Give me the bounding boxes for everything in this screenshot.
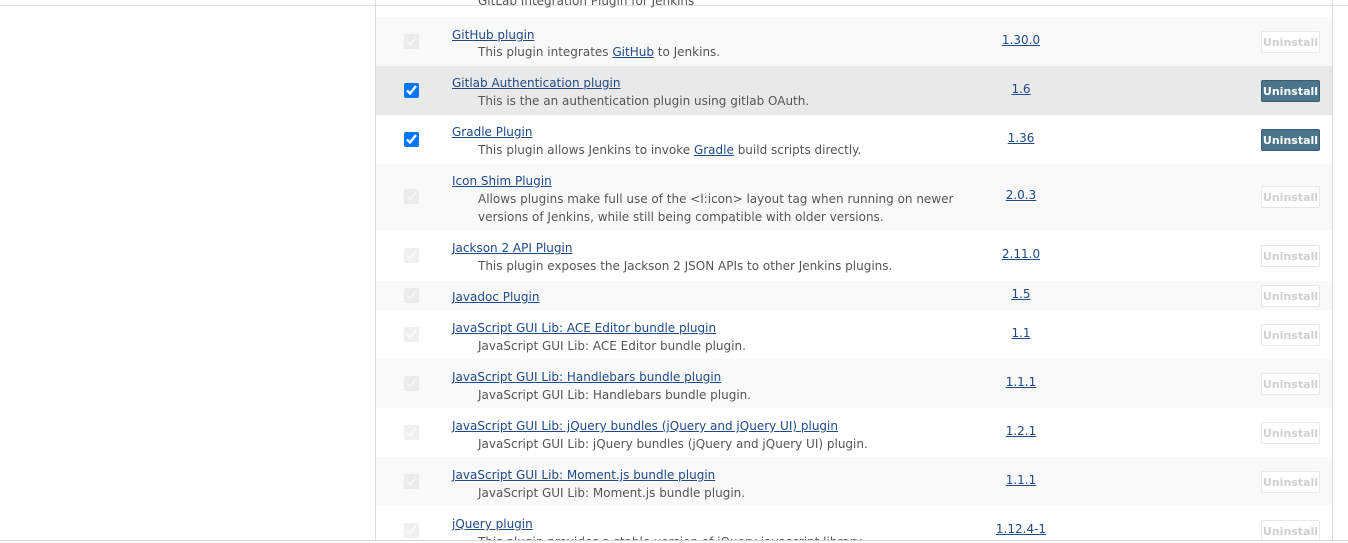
plugin-version-link[interactable]: 1.30.0 <box>971 33 1071 47</box>
description-text: This is the an authentication plugin usi… <box>478 94 810 108</box>
plugin-enabled-checkbox <box>404 376 419 391</box>
uninstall-button: Uninstall <box>1261 186 1320 208</box>
plugin-name-link[interactable]: JavaScript GUI Lib: jQuery bundles (jQue… <box>452 419 838 433</box>
plugin-name-link[interactable]: JavaScript GUI Lib: Moment.js bundle plu… <box>452 468 715 482</box>
uninstall-button: Uninstall <box>1261 245 1320 267</box>
plugin-version-link[interactable]: 1.5 <box>971 287 1071 301</box>
description-text: build scripts directly. <box>733 143 862 157</box>
plugin-version-link[interactable]: 1.6 <box>971 82 1071 96</box>
description-text: This plugin exposes the Jackson 2 JSON A… <box>478 259 893 273</box>
plugin-row: Javadoc Plugin 1.5 Uninstall <box>376 281 1332 310</box>
plugin-enabled-checkbox <box>404 327 419 342</box>
uninstall-button: Uninstall <box>1261 520 1320 540</box>
plugin-description: This plugin exposes the Jackson 2 JSON A… <box>478 257 988 275</box>
plugin-version-link[interactable]: 1.1.1 <box>971 473 1071 487</box>
plugin-row: JavaScript GUI Lib: Moment.js bundle plu… <box>376 457 1332 506</box>
description-text: JavaScript GUI Lib: jQuery bundles (jQue… <box>478 437 868 451</box>
plugin-enabled-checkbox[interactable] <box>404 132 419 147</box>
plugin-name-link[interactable]: Gradle Plugin <box>452 125 532 139</box>
plugin-name-link[interactable]: Gitlab Authentication plugin <box>452 76 620 90</box>
plugin-version-link[interactable]: 1.36 <box>971 131 1071 145</box>
uninstall-button[interactable]: Uninstall <box>1261 80 1320 102</box>
description-text: Allows plugins make full use of the <l:i… <box>478 192 954 224</box>
plugin-row: GitHub plugin This plugin integrates GitH… <box>376 17 1332 66</box>
bottom-divider <box>0 540 1348 541</box>
plugin-enabled-checkbox <box>404 248 419 263</box>
plugin-name-link[interactable]: Icon Shim Plugin <box>452 174 552 188</box>
plugin-name-link[interactable]: jQuery plugin <box>452 517 533 531</box>
plugin-row: JavaScript GUI Lib: Handlebars bundle pl… <box>376 359 1332 408</box>
plugin-enabled-checkbox <box>404 425 419 440</box>
plugin-description: Allows plugins make full use of the <l:i… <box>478 190 988 226</box>
plugin-enabled-checkbox <box>404 34 419 49</box>
description-text: This plugin allows Jenkins to invoke <box>478 143 694 157</box>
plugin-description: JavaScript GUI Lib: jQuery bundles (jQue… <box>478 435 988 453</box>
description-text: JavaScript GUI Lib: Moment.js bundle plu… <box>478 486 746 500</box>
plugin-name-link[interactable]: Javadoc Plugin <box>452 290 539 304</box>
uninstall-button: Uninstall <box>1261 31 1320 53</box>
plugin-description: This plugin provides a stable version of… <box>478 533 988 540</box>
plugin-row: Jackson 2 API Plugin This plugin exposes … <box>376 230 1332 281</box>
plugin-enabled-checkbox <box>404 189 419 204</box>
plugin-row: Gitlab Authentication plugin This is the … <box>376 66 1332 115</box>
description-text: to Jenkins. <box>653 45 721 59</box>
plugin-enabled-checkbox[interactable] <box>404 83 419 98</box>
uninstall-button: Uninstall <box>1261 422 1320 444</box>
plugin-row: Icon Shim Plugin Allows plugins make full… <box>376 164 1332 230</box>
uninstall-button: Uninstall <box>1261 285 1320 307</box>
plugin-description: JavaScript GUI Lib: Handlebars bundle pl… <box>478 386 988 404</box>
plugin-version-link[interactable]: 2.11.0 <box>971 247 1071 261</box>
description-text: JavaScript GUI Lib: Handlebars bundle pl… <box>478 388 752 402</box>
plugin-enabled-checkbox <box>404 288 419 303</box>
uninstall-button[interactable]: Uninstall <box>1261 129 1320 151</box>
plugin-version-link[interactable]: 1.12.4-1 <box>971 522 1071 536</box>
plugin-description: JavaScript GUI Lib: Moment.js bundle plu… <box>478 484 988 502</box>
installed-plugins-table: GitLab Integration Plugin for Jenkins Gi… <box>375 0 1333 540</box>
description-link[interactable]: GitHub <box>612 45 654 59</box>
description-text: This plugin integrates <box>478 45 613 59</box>
uninstall-button: Uninstall <box>1261 373 1320 395</box>
plugin-enabled-checkbox <box>404 474 419 489</box>
plugin-row: Gradle Plugin This plugin allows Jenkins … <box>376 115 1332 164</box>
plugin-description: This is the an authentication plugin usi… <box>478 92 988 110</box>
plugin-description: JavaScript GUI Lib: ACE Editor bundle pl… <box>478 337 988 355</box>
partial-row-description: GitLab Integration Plugin for Jenkins <box>478 0 695 8</box>
uninstall-button: Uninstall <box>1261 324 1320 346</box>
plugin-enabled-checkbox <box>404 523 419 538</box>
description-link[interactable]: Gradle <box>694 143 734 157</box>
plugin-row: jQuery plugin This plugin provides a stab… <box>376 506 1332 540</box>
plugin-name-link[interactable]: GitHub plugin <box>452 28 535 42</box>
plugin-version-link[interactable]: 1.1 <box>971 326 1071 340</box>
plugin-row: JavaScript GUI Lib: jQuery bundles (jQue… <box>376 408 1332 457</box>
plugin-name-link[interactable]: JavaScript GUI Lib: Handlebars bundle pl… <box>452 370 721 384</box>
description-text: JavaScript GUI Lib: ACE Editor bundle pl… <box>478 339 746 353</box>
plugin-name-link[interactable]: Jackson 2 API Plugin <box>452 241 572 255</box>
plugin-description: This plugin integrates GitHub to Jenkins… <box>478 43 988 61</box>
plugin-row: JavaScript GUI Lib: ACE Editor bundle pl… <box>376 310 1332 359</box>
plugin-version-link[interactable]: 1.1.1 <box>971 375 1071 389</box>
plugin-version-link[interactable]: 1.2.1 <box>971 424 1071 438</box>
plugin-version-link[interactable]: 2.0.3 <box>971 188 1071 202</box>
uninstall-button: Uninstall <box>1261 471 1320 493</box>
sidebar <box>0 6 375 540</box>
plugin-description: This plugin allows Jenkins to invoke Gra… <box>478 141 988 159</box>
plugin-name-link[interactable]: JavaScript GUI Lib: ACE Editor bundle pl… <box>452 321 716 335</box>
